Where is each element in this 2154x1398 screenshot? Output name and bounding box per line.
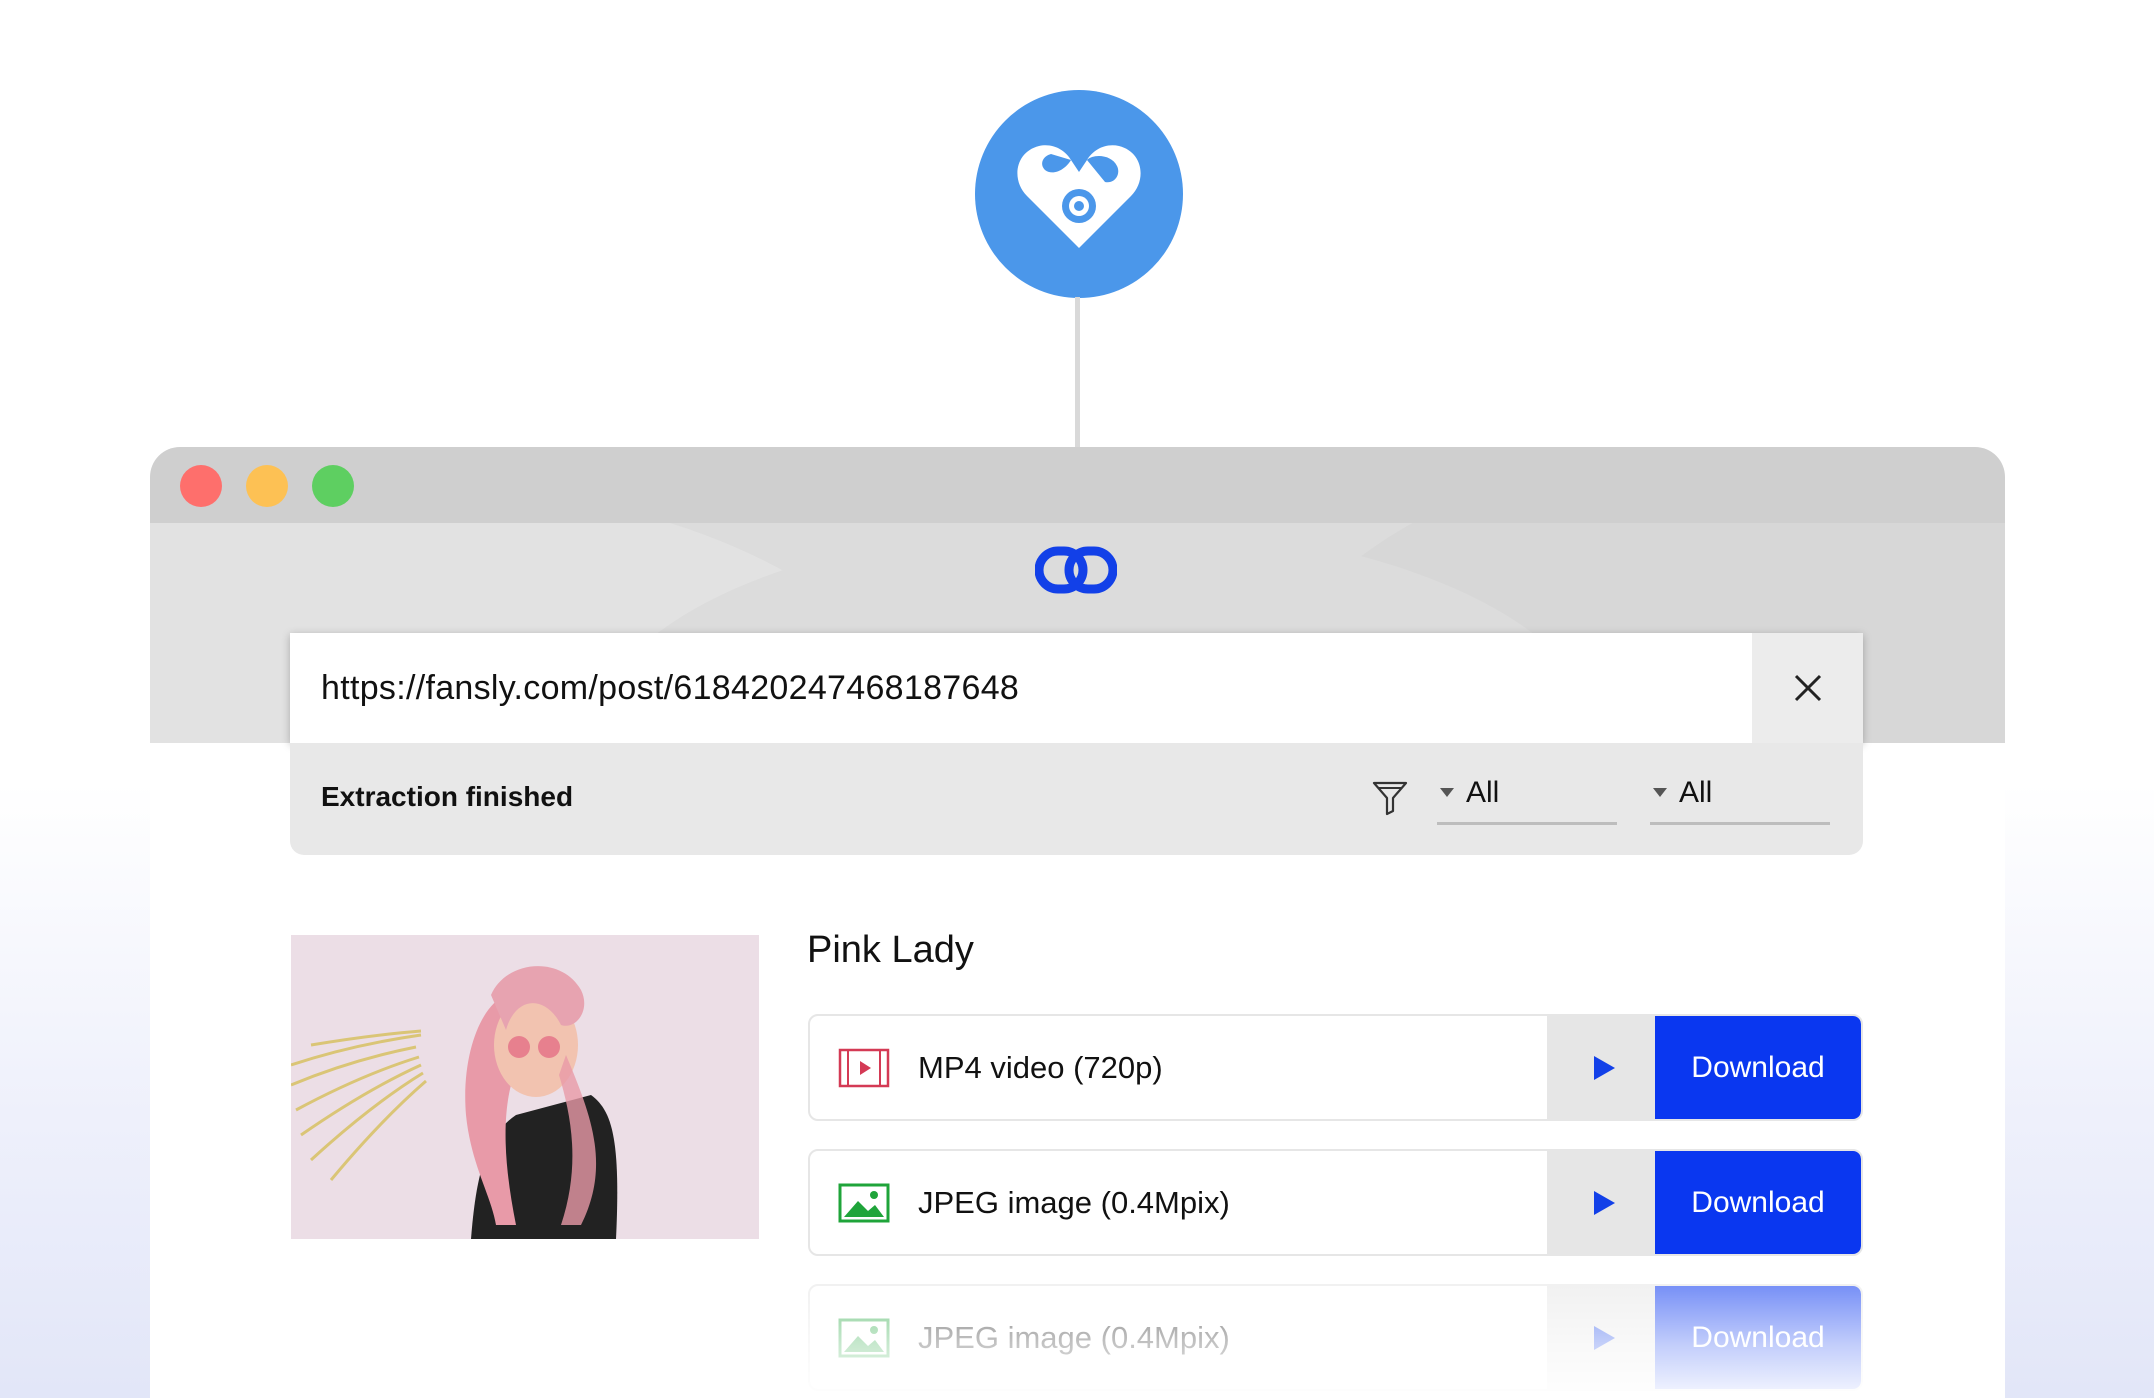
clear-url-button[interactable]	[1752, 633, 1863, 743]
media-format-label: JPEG image (0.4Mpix)	[918, 1319, 1230, 1355]
preview-button[interactable]	[1547, 1151, 1655, 1254]
minimize-window-button[interactable]	[246, 465, 288, 507]
close-icon	[1794, 674, 1821, 702]
status-bar: Extraction finished All All	[290, 743, 1863, 855]
chevron-down-icon	[1653, 788, 1667, 797]
filter-icon[interactable]	[1370, 777, 1410, 817]
media-thumbnail	[291, 935, 759, 1239]
preview-button[interactable]	[1547, 1016, 1655, 1119]
video-file-icon	[838, 1048, 890, 1087]
type-filter-select[interactable]: All	[1437, 763, 1617, 825]
link-logo-icon	[1035, 546, 1117, 594]
heart-camera-icon	[1017, 145, 1141, 248]
connector-line	[1075, 297, 1080, 449]
close-window-button[interactable]	[180, 465, 222, 507]
download-button[interactable]: Download	[1655, 1151, 1861, 1254]
title-bar	[150, 447, 2005, 523]
media-title: Pink Lady	[807, 929, 974, 971]
maximize-window-button[interactable]	[312, 465, 354, 507]
list-item: MP4 video (720p) Download	[808, 1014, 1863, 1121]
download-button[interactable]: Download	[1655, 1286, 1861, 1389]
thumbnail-image	[291, 935, 759, 1239]
url-input-bar: https://fansly.com/post/6184202474681876…	[290, 633, 1863, 743]
download-button[interactable]: Download	[1655, 1016, 1861, 1119]
type-filter-value: All	[1466, 775, 1500, 809]
preview-button[interactable]	[1547, 1286, 1655, 1389]
image-file-icon	[838, 1318, 890, 1357]
list-item: JPEG image (0.4Mpix) Download	[808, 1149, 1863, 1256]
chevron-down-icon	[1440, 788, 1454, 797]
source-site-logo	[975, 90, 1183, 298]
quality-filter-value: All	[1679, 775, 1713, 809]
image-file-icon	[838, 1183, 890, 1222]
quality-filter-select[interactable]: All	[1650, 763, 1830, 825]
play-icon	[1593, 1325, 1615, 1350]
media-format-label: JPEG image (0.4Mpix)	[918, 1184, 1230, 1220]
status-text: Extraction finished	[321, 781, 574, 812]
app-window: https://fansly.com/post/6184202474681876…	[150, 447, 2005, 1398]
media-format-label: MP4 video (720p)	[918, 1049, 1163, 1085]
url-input[interactable]: https://fansly.com/post/6184202474681876…	[290, 669, 1752, 708]
play-icon	[1593, 1055, 1615, 1080]
list-item: JPEG image (0.4Mpix) Download	[808, 1284, 1863, 1391]
play-icon	[1593, 1190, 1615, 1215]
